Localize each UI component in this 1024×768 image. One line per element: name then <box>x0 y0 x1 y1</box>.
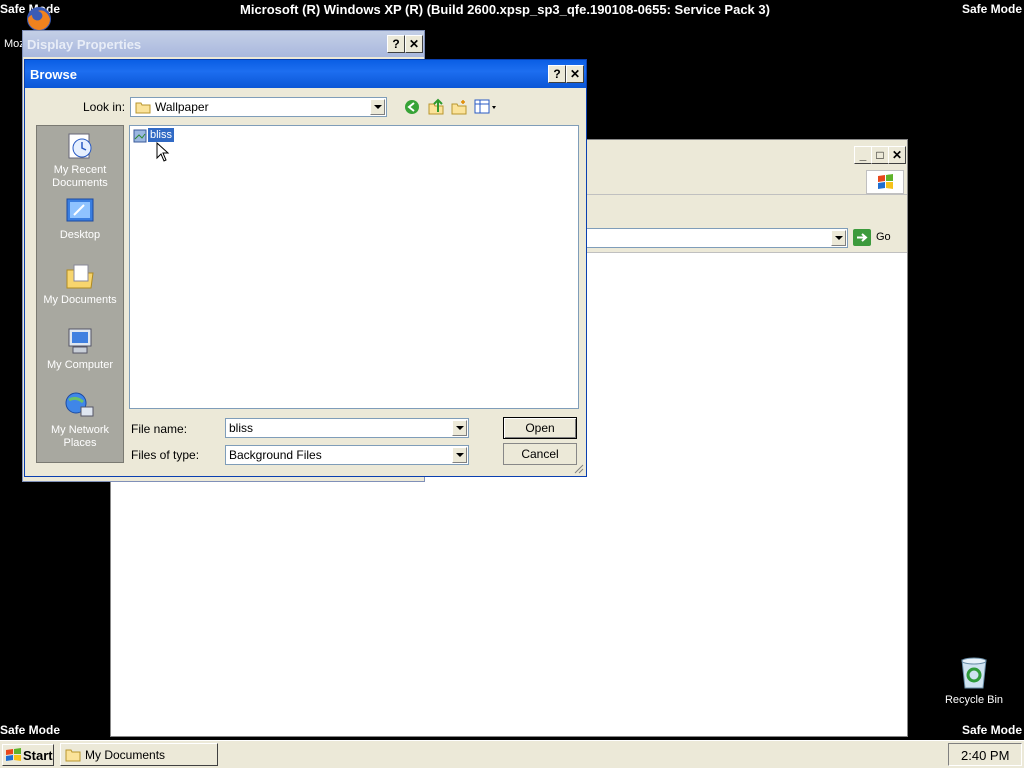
place-label: My Network <box>50 424 110 436</box>
look-in-label: Look in: <box>83 100 126 114</box>
safe-mode-label: Safe Mode <box>961 723 1022 737</box>
files-of-type-label: Files of type: <box>131 448 200 462</box>
close-button[interactable]: ✕ <box>888 146 906 164</box>
file-item-name: bliss <box>148 128 175 142</box>
places-bar: My Recent Documents Desktop My Documents… <box>36 125 124 463</box>
my-documents-icon <box>66 264 94 289</box>
place-label: Desktop <box>59 229 101 241</box>
look-in-dropdown-arrow[interactable] <box>370 99 385 115</box>
help-button[interactable]: ? <box>548 65 566 83</box>
start-button[interactable]: Start <box>2 744 54 766</box>
image-file-icon <box>133 129 147 143</box>
new-folder-icon[interactable] <box>450 98 468 116</box>
file-name-label: File name: <box>131 422 188 436</box>
close-button[interactable]: ✕ <box>405 35 423 53</box>
file-name-dropdown-arrow[interactable] <box>452 420 467 436</box>
go-button[interactable]: Go <box>876 231 891 243</box>
os-build-banner: Microsoft (R) Windows XP (R) (Build 2600… <box>240 2 770 17</box>
clock[interactable]: 2:40 PM <box>961 748 1009 763</box>
place-label: Documents <box>52 177 108 189</box>
place-my-computer[interactable]: My Computer <box>37 325 123 372</box>
taskbar-item-my-documents[interactable]: My Documents <box>60 743 218 766</box>
folder-icon <box>65 749 81 762</box>
file-list[interactable]: bliss <box>129 125 579 409</box>
folder-icon <box>135 102 151 114</box>
minimize-button[interactable]: _ <box>854 146 872 164</box>
start-label: Start <box>23 748 53 763</box>
place-label: My Documents <box>43 294 117 306</box>
taskbar: Start My Documents 2:40 PM <box>0 740 1024 768</box>
views-menu-icon[interactable] <box>474 99 498 115</box>
resize-grip-icon[interactable] <box>572 462 584 474</box>
desktop-icon <box>66 198 94 222</box>
window-title: Display Properties <box>27 37 142 52</box>
recycle-bin-icon[interactable] <box>956 656 992 690</box>
place-my-documents[interactable]: My Documents <box>37 260 123 307</box>
files-of-type-dropdown-arrow[interactable] <box>452 447 467 463</box>
back-icon[interactable] <box>404 99 420 115</box>
file-name-input[interactable]: bliss <box>225 418 469 438</box>
open-button[interactable]: Open <box>503 417 577 439</box>
look-in-value: Wallpaper <box>155 100 209 114</box>
mouse-cursor-icon <box>156 142 170 162</box>
dialog-title: Browse <box>30 67 77 82</box>
recycle-bin-label: Recycle Bin <box>944 694 1004 706</box>
look-in-dropdown[interactable]: Wallpaper <box>130 97 387 117</box>
place-desktop[interactable]: Desktop <box>37 195 123 242</box>
taskbar-item-label: My Documents <box>85 748 166 762</box>
place-label: Places <box>63 437 97 449</box>
windows-logo-icon <box>866 170 904 194</box>
display-properties-titlebar[interactable]: Display Properties ? ✕ <box>23 31 424 57</box>
windows-flag-icon <box>6 748 21 761</box>
network-places-icon <box>65 392 94 417</box>
files-of-type-value: Background Files <box>229 448 322 462</box>
place-my-recent-documents[interactable]: My Recent Documents <box>37 130 123 190</box>
address-dropdown-arrow[interactable] <box>831 230 846 246</box>
place-label: My Recent <box>53 164 107 176</box>
help-button[interactable]: ? <box>387 35 405 53</box>
browse-titlebar[interactable]: Browse ? ✕ <box>25 60 586 88</box>
browse-dialog[interactable]: Browse ? ✕ Look in: Wallpaper My Recent … <box>24 59 587 477</box>
place-my-network-places[interactable]: My Network Places <box>37 390 123 450</box>
address-input[interactable] <box>581 228 848 248</box>
recent-documents-icon <box>68 133 92 159</box>
files-of-type-dropdown[interactable]: Background Files <box>225 445 469 465</box>
up-folder-icon[interactable] <box>427 98 445 116</box>
cancel-button[interactable]: Cancel <box>503 443 577 465</box>
system-tray: 2:40 PM <box>948 743 1022 766</box>
safe-mode-label: Safe Mode <box>0 723 61 737</box>
close-button[interactable]: ✕ <box>566 65 584 83</box>
maximize-button[interactable]: □ <box>871 146 889 164</box>
go-arrow-icon[interactable] <box>853 229 871 246</box>
safe-mode-label: Safe Mode <box>961 2 1022 16</box>
file-name-value: bliss <box>229 421 254 435</box>
my-computer-icon <box>68 328 92 354</box>
place-label: My Computer <box>46 359 114 371</box>
